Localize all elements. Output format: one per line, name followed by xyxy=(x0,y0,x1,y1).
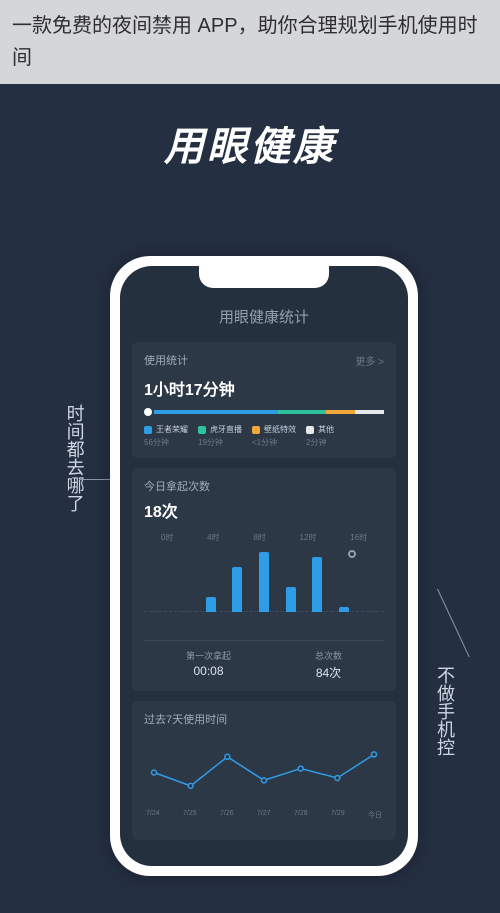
bar xyxy=(152,611,162,612)
usage-segment xyxy=(144,410,278,414)
poster: 用眼健康 时间都去哪了 不做手机控 用眼健康统计 使用统计 更多 > 1小时17… xyxy=(0,84,500,913)
usage-legend: 王者荣耀56分钟虎牙直播19分钟壁纸特效<1分钟其他2分钟 xyxy=(144,424,384,448)
phone-notch xyxy=(199,266,329,288)
side-caption-left: 时间都去哪了 xyxy=(54,404,94,512)
more-link[interactable]: 更多 > xyxy=(355,353,384,368)
bar xyxy=(206,597,216,612)
bar xyxy=(312,557,322,612)
x-tick: 7/29 xyxy=(331,810,345,820)
first-pickup-label: 第一次拿起 xyxy=(186,649,231,662)
bar xyxy=(286,587,296,612)
side-caption-right: 不做手机控 xyxy=(424,666,464,756)
x-tick: 7/25 xyxy=(183,810,197,820)
phone-screen: 用眼健康统计 使用统计 更多 > 1小时17分钟 王者荣耀56分钟虎牙直播19分… xyxy=(120,266,408,866)
usage-segment xyxy=(355,410,384,414)
bar xyxy=(366,611,376,612)
weekly-chart: 7/24 7/25 7/26 7/27 7/28 7/29 今日 xyxy=(144,735,384,830)
weekly-card: 过去7天使用时间 7/24 7/25 7/26 7/27 7/28 7/29 今日 xyxy=(132,701,396,840)
total-pickup-value: 84次 xyxy=(315,664,342,681)
bar xyxy=(339,607,349,612)
page-header: 一款免费的夜间禁用 APP，助你合理规划手机使用时间 xyxy=(0,0,500,84)
bar xyxy=(232,567,242,612)
usage-segment xyxy=(326,410,355,414)
line-chart-svg xyxy=(144,735,384,805)
poster-title: 用眼健康 xyxy=(0,84,500,172)
pickups-card: 今日拿起次数 18次 0时4时8时12时16时 第一次拿起 00:08 xyxy=(132,468,396,691)
x-tick: 今日 xyxy=(368,810,382,820)
connector-right xyxy=(437,589,470,657)
usage-label: 使用统计 xyxy=(144,352,188,368)
total-pickup-label: 总次数 xyxy=(315,649,342,662)
bar-knob-icon xyxy=(142,406,154,418)
connector-left xyxy=(79,479,114,480)
x-tick: 7/26 xyxy=(220,810,234,820)
total-pickup-stat: 总次数 84次 xyxy=(315,649,342,681)
screen-title: 用眼健康统计 xyxy=(132,306,396,327)
pickups-chart: 0时4时8时12时16时 xyxy=(144,532,384,632)
phone-mockup: 用眼健康统计 使用统计 更多 > 1小时17分钟 王者荣耀56分钟虎牙直播19分… xyxy=(110,256,418,876)
pickups-label: 今日拿起次数 xyxy=(144,478,384,494)
usage-total: 1小时17分钟 xyxy=(144,376,384,400)
first-pickup-stat: 第一次拿起 00:08 xyxy=(186,649,231,681)
x-tick: 7/24 xyxy=(146,810,160,820)
legend-item: 虎牙直播19分钟 xyxy=(198,424,242,448)
legend-item: 壁纸特效<1分钟 xyxy=(252,424,296,448)
usage-bar xyxy=(144,410,384,414)
weekly-label: 过去7天使用时间 xyxy=(144,711,384,727)
chart-marker-icon xyxy=(348,550,356,558)
x-tick: 7/28 xyxy=(294,810,308,820)
bar xyxy=(179,611,189,612)
pickups-value: 18次 xyxy=(144,498,384,522)
first-pickup-value: 00:08 xyxy=(186,664,231,678)
legend-item: 王者荣耀56分钟 xyxy=(144,424,188,448)
usage-card: 使用统计 更多 > 1小时17分钟 王者荣耀56分钟虎牙直播19分钟壁纸特效<1… xyxy=(132,342,396,458)
header-text: 一款免费的夜间禁用 APP，助你合理规划手机使用时间 xyxy=(12,15,478,69)
usage-segment xyxy=(278,410,326,414)
bar xyxy=(259,552,269,612)
x-tick: 7/27 xyxy=(257,810,271,820)
legend-item: 其他2分钟 xyxy=(306,424,334,448)
